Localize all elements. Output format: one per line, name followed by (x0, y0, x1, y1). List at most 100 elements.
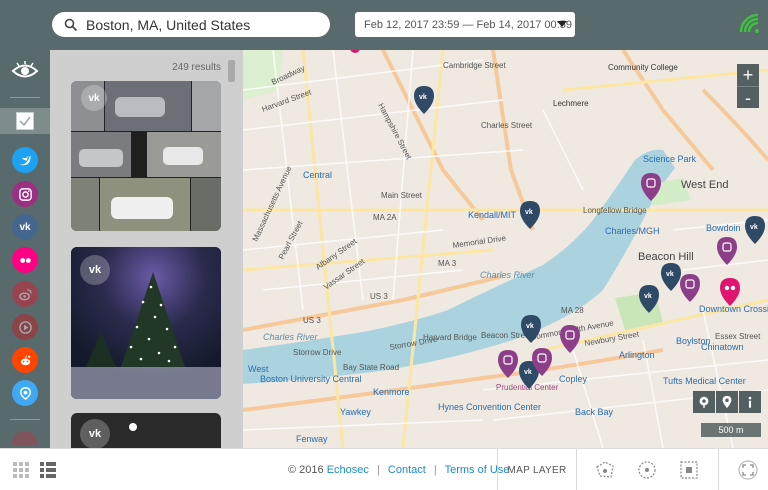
map-label: Kendall/MIT (468, 210, 517, 220)
result-card[interactable]: vk (71, 81, 221, 231)
circle-select-icon[interactable] (636, 459, 658, 481)
map-label: US 3 (370, 292, 388, 301)
date-range-value: Feb 12, 2017 23:59 — Feb 14, 2017 00:59 (364, 18, 572, 31)
fullscreen-icon[interactable] (737, 459, 759, 481)
map-label: Hynes Convention Center (438, 402, 541, 412)
rectangle-select-icon[interactable] (678, 459, 700, 481)
location-filter-button[interactable] (693, 391, 715, 413)
zoom-out-button[interactable]: - (737, 86, 759, 108)
search-value: Boston, MA, United States (86, 16, 251, 33)
map-label: US 3 (303, 316, 321, 325)
reddit-icon[interactable] (12, 347, 38, 373)
vk-badge-icon: vk (80, 255, 110, 285)
map-label: Copley (559, 374, 588, 384)
twitter-icon[interactable] (12, 147, 38, 173)
drop-pin-button[interactable] (716, 391, 738, 413)
instagram-map-pin[interactable] (560, 325, 580, 353)
polygon-select-icon[interactable] (594, 459, 616, 481)
date-range-select[interactable]: Feb 12, 2017 23:59 — Feb 14, 2017 00:59 (355, 12, 575, 37)
map-label: Cambridge Street (443, 61, 506, 70)
flickr-map-pin[interactable] (350, 50, 360, 53)
svg-text:vk: vk (524, 369, 532, 376)
svg-text:vk: vk (644, 293, 652, 300)
top-bar: Boston, MA, United States Feb 12, 2017 2… (0, 0, 768, 50)
youtube-icon[interactable] (12, 314, 38, 340)
weibo-icon[interactable] (12, 281, 38, 307)
more-sources-icon[interactable] (12, 431, 38, 445)
map-label: Kenmore (373, 387, 410, 397)
map-label: Fenway (296, 434, 328, 444)
grid-view-icon[interactable] (13, 462, 29, 478)
map-label: Downtown Crossi (699, 304, 768, 314)
vk-icon[interactable]: vk (12, 214, 38, 240)
source-filter-rail: vk (0, 50, 50, 448)
results-panel: 249 results vk vk vk (50, 50, 243, 448)
rail-divider (10, 419, 40, 420)
map-label: Science Park (643, 154, 697, 164)
checkbox-icon (16, 112, 34, 130)
map-label: Beacon Hill (638, 251, 694, 263)
info-icon (748, 396, 752, 408)
footer: © 2016 Echosec | Contact | Terms of Use … (0, 448, 768, 490)
map-label: Charles River (263, 332, 319, 342)
footer-divider (576, 449, 577, 490)
map-label: Lechmere (553, 99, 589, 108)
vk-map-pin[interactable]: vk (745, 216, 765, 244)
vk-badge-icon: vk (80, 419, 110, 448)
contact-link[interactable]: Contact (388, 464, 426, 476)
footer-divider (718, 449, 719, 490)
location-search-field[interactable]: Boston, MA, United States (52, 12, 330, 37)
map-layer-button[interactable]: MAP LAYER (498, 449, 576, 490)
map-label: Bowdoin (706, 223, 741, 233)
map-label: MA 2A (373, 213, 397, 222)
periscope-icon[interactable] (12, 380, 38, 406)
pin-filter-icon (699, 396, 709, 409)
map-label: Pearl Street (277, 219, 305, 261)
echosec-link[interactable]: Echosec (327, 464, 369, 476)
rail-divider (10, 97, 40, 98)
map-marker-icon (722, 395, 732, 409)
instagram-icon[interactable] (12, 181, 38, 207)
footer-links: © 2016 Echosec | Contact | Terms of Use (288, 464, 509, 476)
result-card[interactable]: vk (71, 247, 221, 399)
live-feed-icon[interactable] (738, 12, 760, 34)
map-label: Memorial Drive (452, 234, 507, 250)
select-all-toggle[interactable] (0, 108, 50, 134)
instagram-map-pin[interactable] (717, 237, 737, 265)
map-scale: 500 m (701, 423, 761, 437)
results-count: 249 results (172, 62, 221, 73)
map-view[interactable]: Cambridge Street Hampshire Street Harvar… (243, 50, 768, 448)
result-card[interactable]: vk (71, 413, 221, 448)
map-label: Charles Street (481, 121, 533, 130)
map-label: Central (303, 170, 332, 180)
map-label: Bay State Road (343, 363, 399, 372)
svg-text:vk: vk (750, 224, 758, 231)
eye-icon[interactable] (11, 60, 39, 82)
svg-text:vk: vk (666, 271, 674, 278)
vk-badge-icon: vk (81, 85, 107, 111)
svg-text:vk: vk (419, 94, 427, 101)
instagram-map-pin[interactable] (680, 274, 700, 302)
map-label: Back Bay (575, 407, 614, 417)
map-label: Chinatown (701, 342, 744, 352)
map-label: Yawkey (340, 407, 371, 417)
svg-text:vk: vk (525, 209, 533, 216)
info-button[interactable] (739, 391, 761, 413)
search-icon (64, 18, 78, 31)
footer-separator: | (433, 464, 437, 476)
flickr-map-pin[interactable] (720, 278, 740, 306)
map-label: West (248, 364, 269, 374)
vk-map-pin[interactable]: vk (520, 201, 540, 229)
map-label: West End (681, 179, 729, 191)
vk-map-pin[interactable]: vk (661, 263, 681, 291)
list-view-icon[interactable] (40, 462, 56, 478)
map-label: Charles River (480, 270, 536, 280)
results-scrollbar[interactable] (228, 60, 235, 82)
street-map[interactable]: Cambridge Street Hampshire Street Harvar… (243, 50, 768, 448)
zoom-in-button[interactable]: + (737, 64, 759, 86)
flickr-icon[interactable] (12, 247, 38, 273)
map-label: MA 3 (438, 259, 457, 268)
map-label: MA 28 (561, 306, 584, 315)
app: Boston, MA, United States Feb 12, 2017 2… (0, 0, 768, 490)
map-label: Longfellow Bridge (583, 206, 647, 215)
